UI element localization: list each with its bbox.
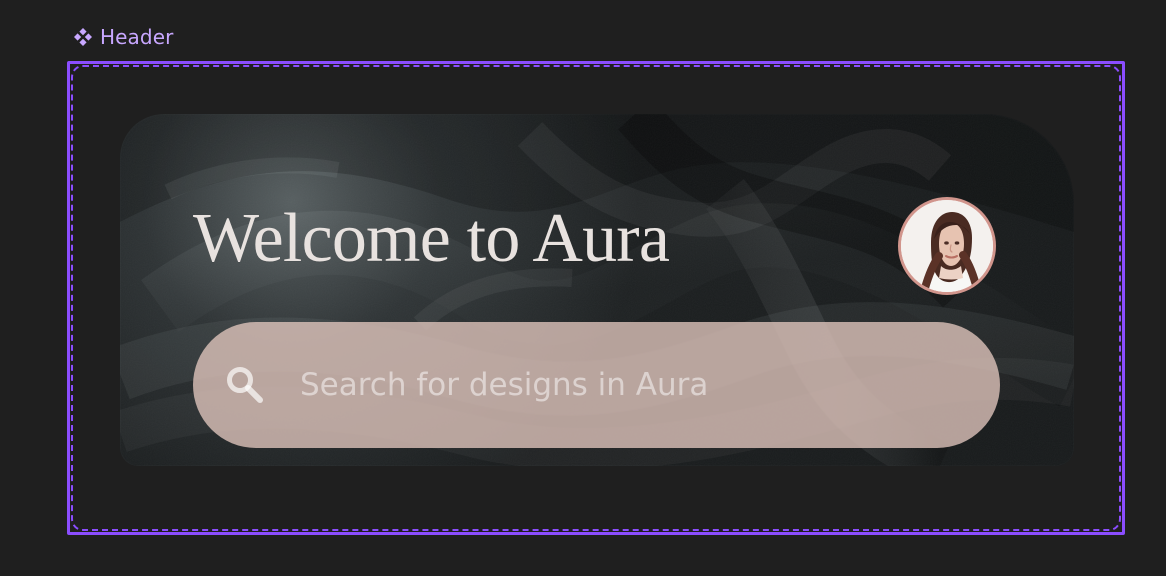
page-title: Welcome to Aura	[193, 200, 670, 277]
search-bar[interactable]	[193, 322, 1000, 448]
component-name: Header	[100, 25, 174, 49]
search-input[interactable]	[300, 359, 920, 411]
component-label: Header	[72, 24, 173, 50]
search-icon[interactable]	[224, 364, 266, 406]
profile-avatar[interactable]	[898, 197, 996, 295]
component-diamond-icon	[72, 26, 94, 48]
